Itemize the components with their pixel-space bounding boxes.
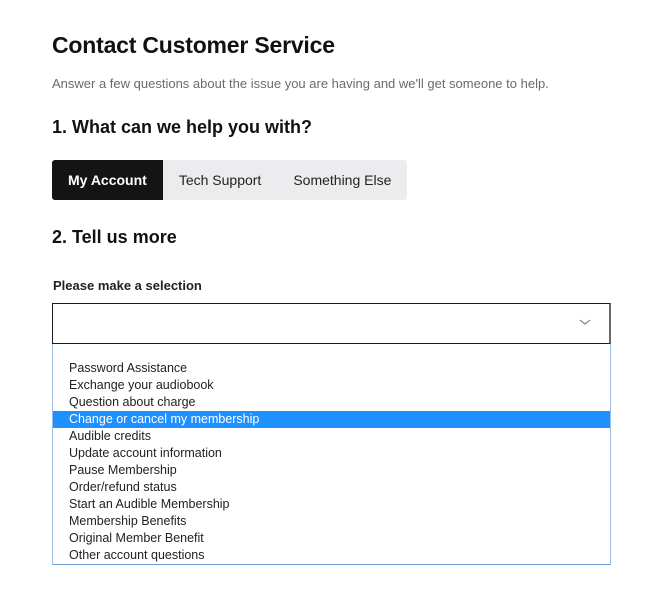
- select-label: Please make a selection: [53, 278, 202, 293]
- category-tabs: My Account Tech Support Something Else: [52, 160, 408, 200]
- tab-tech-support[interactable]: Tech Support: [163, 160, 278, 200]
- step1-heading: 1. What can we help you with?: [52, 117, 313, 137]
- option-membership-benefits[interactable]: Membership Benefits: [53, 513, 610, 530]
- options-list: Password Assistance Exchange your audiob…: [53, 360, 610, 564]
- option-question-about-charge[interactable]: Question about charge: [53, 394, 610, 411]
- option-password-assistance[interactable]: Password Assistance: [53, 360, 610, 377]
- step2-heading: 2. Tell us more: [52, 227, 177, 247]
- tab-my-account[interactable]: My Account: [52, 160, 163, 200]
- page-subtitle: Answer a few questions about the issue y…: [52, 76, 549, 91]
- option-update-account-info[interactable]: Update account information: [53, 445, 610, 462]
- option-change-cancel-membership[interactable]: Change or cancel my membership: [53, 411, 610, 428]
- topic-select[interactable]: [52, 303, 611, 344]
- page-title: Contact Customer Service: [52, 32, 335, 58]
- option-pause-membership[interactable]: Pause Membership: [53, 462, 610, 479]
- option-exchange-audiobook[interactable]: Exchange your audiobook: [53, 377, 610, 394]
- tab-something-else[interactable]: Something Else: [277, 160, 407, 200]
- option-start-membership[interactable]: Start an Audible Membership: [53, 496, 610, 513]
- option-original-member-benefit[interactable]: Original Member Benefit: [53, 530, 610, 547]
- option-other-account-questions[interactable]: Other account questions: [53, 547, 610, 564]
- chevron-down-icon: [579, 319, 591, 325]
- option-order-refund-status[interactable]: Order/refund status: [53, 479, 610, 496]
- select-dropdown-list: Password Assistance Exchange your audiob…: [52, 344, 611, 565]
- option-audible-credits[interactable]: Audible credits: [53, 428, 610, 445]
